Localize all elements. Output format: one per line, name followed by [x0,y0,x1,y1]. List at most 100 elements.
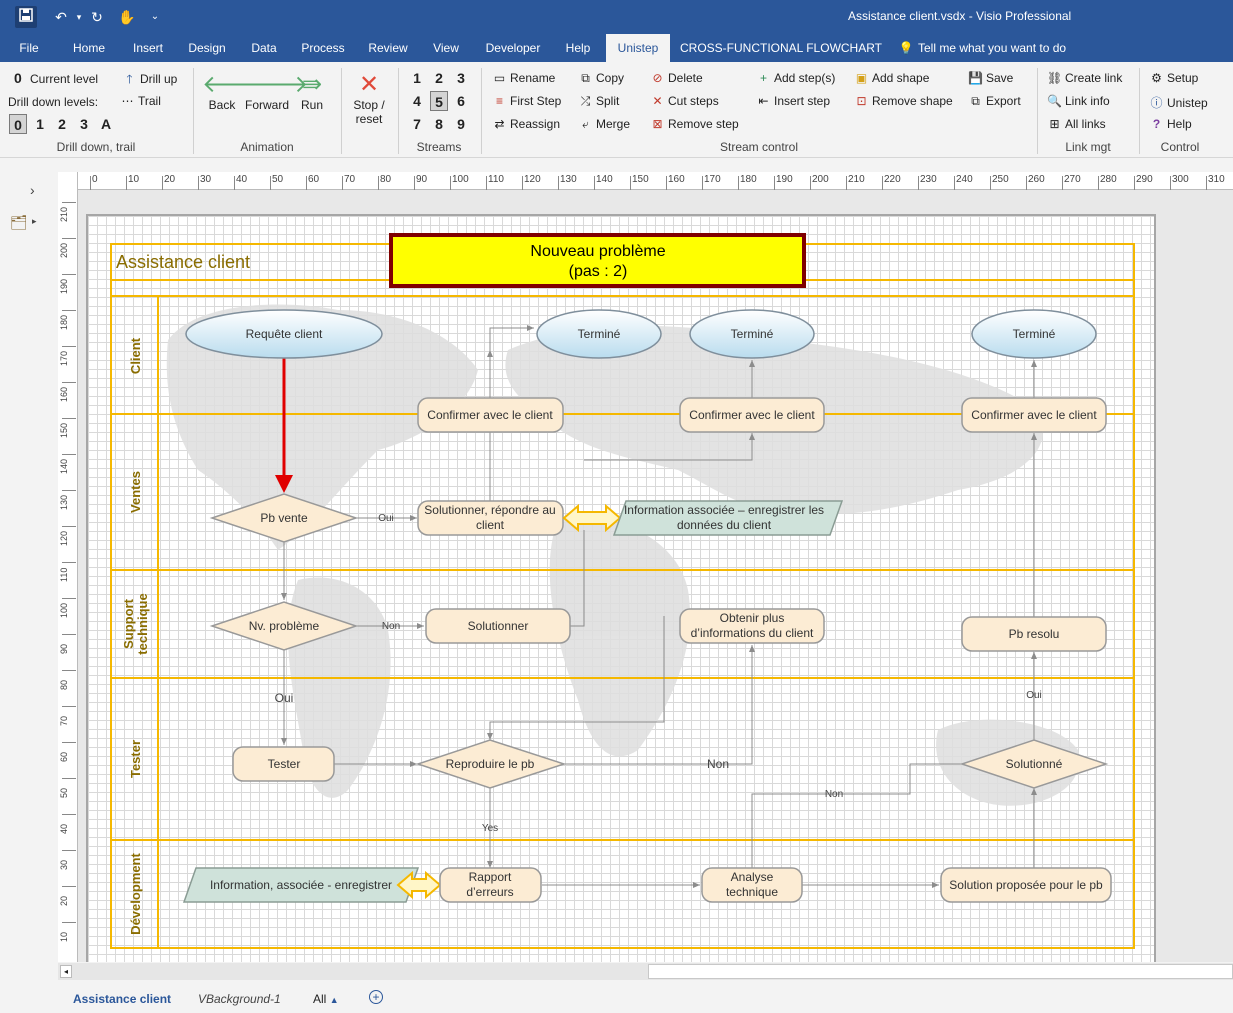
sheet-tab-all[interactable]: All ▲ [313,992,339,1006]
remove-shape-button[interactable]: ⊡ Remove shape [854,94,952,108]
add-steps-button[interactable]: + Add step(s) [756,71,835,85]
redo-icon[interactable]: ↻ [86,6,108,28]
touch-mode-icon[interactable]: ✋ [116,6,138,28]
svg-text:Solutionner, répondre au: Solutionner, répondre au [424,503,555,517]
stop-reset-button[interactable]: ✕ Stop / reset [348,72,390,127]
create-link-button[interactable]: ⛓ Create link [1047,71,1122,85]
horizontal-ruler: 0 10 20 30 40 50 60 70 80 90 100 110 120 130 140 150 160… [78,172,1233,190]
shape-confirmer-client[interactable]: Confirmer avec le client [417,397,564,433]
shape-solutionner[interactable]: Solutionner [425,608,571,644]
shape-termine[interactable]: Terminé [971,309,1097,359]
shape-confirmer-client[interactable]: Confirmer avec le client [961,397,1107,433]
tab-cross-functional-flowchart[interactable]: CROSS-FUNCTIONAL FLOWCHART [680,34,882,62]
shape-info-associee-ventes[interactable]: Information associée – enregistrer les d… [612,500,844,536]
ruler-label: 270 [1064,174,1081,185]
copy-button[interactable]: ⧉ Copy [578,71,624,86]
tab-insert[interactable]: Insert [124,34,172,62]
shape-analyse-technique[interactable]: Analyse technique [701,867,803,903]
split-label: Split [596,94,620,108]
tab-process[interactable]: Process [296,34,350,62]
drill-level-2[interactable]: 2 [53,114,71,134]
flowchart-diagram[interactable]: Assistance client Client Ventes Supportt… [78,190,1233,962]
forward-button[interactable]: 🡒 Forward [244,72,308,113]
tab-design[interactable]: Design [180,34,234,62]
shape-solution-proposee[interactable]: Solution proposée pour le pb [940,867,1112,903]
stream-4[interactable]: 4 [408,91,426,111]
sheet-tab-vbackground[interactable]: VBackground-1 [198,992,281,1006]
save-stream-button[interactable]: 💾 Save [968,71,1013,85]
stream-8[interactable]: 8 [430,114,448,134]
tab-help[interactable]: Help [558,34,598,62]
drill-up-button[interactable]: 🡑 Drill up [122,70,177,91]
tab-view[interactable]: View [426,34,466,62]
drill-level-3[interactable]: 3 [75,114,93,134]
first-step-button[interactable]: ≡ First Step [492,94,561,108]
remove-step-button[interactable]: ⊠ Remove step [650,117,738,131]
scroll-left-icon[interactable]: ◂ [60,965,72,978]
sheet-tab-assistance-client[interactable]: Assistance client [73,992,171,1006]
tab-data[interactable]: Data [244,34,284,62]
stream-1[interactable]: 1 [408,68,426,88]
drawing-canvas[interactable]: Assistance client Client Ventes Supportt… [78,190,1233,962]
shape-termine[interactable]: Terminé [689,309,815,359]
cut-steps-button[interactable]: ✕ Cut steps [650,94,718,108]
shape-confirmer-client[interactable]: Confirmer avec le client [679,397,825,433]
tab-home[interactable]: Home [64,34,114,62]
add-sheet-icon[interactable]: + [369,990,383,1004]
stream-2[interactable]: 2 [430,68,448,88]
tell-me-search[interactable]: Tell me what you want to do [918,34,1082,62]
shapes-stencil-icon[interactable]: 🗂 [10,214,28,231]
stream-9[interactable]: 9 [452,114,470,134]
split-button[interactable]: ⤮ Split [578,94,620,109]
shape-requete-client[interactable]: Requête client [185,309,383,359]
back-button[interactable]: 🡐 Back [202,72,266,113]
insert-step-button[interactable]: ⇤ Insert step [756,94,830,108]
run-arrows-icon: ⇛ [301,71,323,98]
drill-level-all[interactable]: A [97,114,115,134]
shape-termine[interactable]: Terminé [536,309,662,359]
trail-button[interactable]: ⋯ Trail [120,94,161,108]
shape-solutionner-repondre[interactable]: Solutionner, répondre au client [417,500,564,536]
customize-qat-icon[interactable]: ⌄ [144,6,166,28]
shape-reproduire-pb[interactable]: Reproduire le pb [415,739,567,789]
shape-pb-vente[interactable]: Pb vente [209,493,359,543]
ruler-tick [450,176,451,190]
drill-level-1[interactable]: 1 [31,114,49,134]
tab-review[interactable]: Review [362,34,414,62]
stream-6[interactable]: 6 [452,91,470,111]
tab-developer[interactable]: Developer [478,34,548,62]
shape-tester[interactable]: Tester [232,746,335,782]
insert-step-icon: ⇤ [758,94,769,108]
step-banner: Nouveau problème (pas : 2) [389,233,806,288]
current-level-label: Current level [30,72,99,86]
stream-7[interactable]: 7 [408,114,426,134]
expand-panel-icon[interactable]: › [30,182,35,198]
export-button[interactable]: ⧉ Export [968,94,1020,109]
all-links-button[interactable]: ⊞ All links [1047,117,1105,131]
add-shape-button[interactable]: ▣ Add shape [854,71,930,85]
shape-rapport-erreurs[interactable]: Rapport d’erreurs [439,867,542,903]
stencil-expand-icon[interactable]: ▸ [32,216,37,227]
help-button[interactable]: ? Help [1149,117,1192,131]
scroll-thumb[interactable] [648,964,1233,979]
run-button[interactable]: ⇛ Run [292,71,332,113]
setup-button[interactable]: ⚙ Setup [1149,71,1198,85]
ruler-tick [62,562,76,563]
ruler-label: 240 [956,174,973,185]
link-info-button[interactable]: 🔍 Link info [1047,94,1110,108]
reassign-button[interactable]: ⇄ Reassign [492,117,560,131]
drill-level-0[interactable]: 0 [9,114,27,134]
stream-3[interactable]: 3 [452,68,470,88]
shape-info-associee-dev[interactable]: Information, associée - enregistrer [182,867,420,903]
delete-button[interactable]: ⊘ Delete [650,71,702,85]
shape-pb-resolu[interactable]: Pb resolu [961,616,1107,652]
save-icon[interactable] [15,6,37,28]
horizontal-scrollbar[interactable]: ◂ [58,963,1233,980]
tab-file[interactable]: File [8,34,50,62]
rename-button[interactable]: ▭ Rename [492,71,556,85]
stream-5[interactable]: 5 [430,91,448,111]
tab-unistep[interactable]: Unistep [606,34,670,62]
unistep-info-button[interactable]: ⓘ Unistep [1149,94,1207,111]
merge-button[interactable]: ⤶ Merge [578,117,630,132]
shape-obtenir-informations[interactable]: Obtenir plus d’informations du client [679,608,825,644]
